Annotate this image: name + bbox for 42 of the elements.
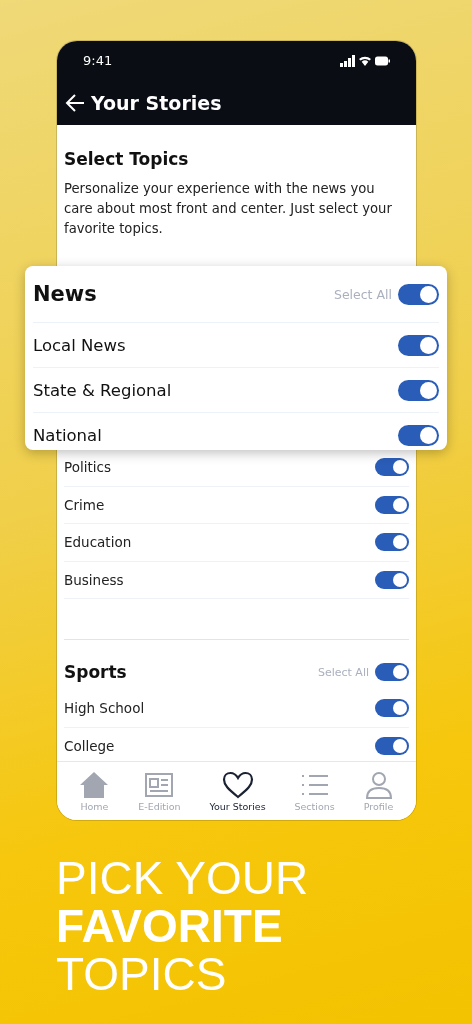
select-all-label: Select All [333, 286, 392, 302]
toggle-switch[interactable] [375, 663, 409, 681]
section-heading: Select Topics [64, 149, 190, 169]
topic-label: College [64, 737, 115, 754]
toggle-switch[interactable] [398, 283, 439, 305]
tab-item[interactable]: Sections [294, 762, 335, 820]
toggle-switch[interactable] [398, 334, 439, 356]
topic-label: Local News [33, 335, 126, 355]
newspaper-icon [144, 770, 175, 799]
person-icon [363, 770, 394, 799]
topic-label: Politics [64, 459, 111, 476]
tab-item[interactable]: E-Edition [138, 762, 181, 820]
toggle-switch[interactable] [375, 570, 409, 589]
toggle-switch[interactable] [375, 736, 409, 755]
topic-label: National [33, 425, 102, 445]
section-heading: News [33, 282, 97, 306]
headline-text: PICK YOUR [56, 854, 309, 902]
topic-label: High School [64, 700, 145, 717]
topic-label: Education [64, 534, 132, 551]
toggle-switch[interactable] [375, 495, 409, 514]
status-icons [340, 54, 390, 67]
tab-item[interactable]: Profile [363, 762, 394, 820]
topic-label: State & Regional [33, 380, 172, 400]
heart-icon [221, 770, 254, 799]
toggle-switch[interactable] [375, 458, 409, 477]
headline-text: TOPICS [56, 950, 228, 998]
select-all-label: Select All [317, 665, 369, 679]
section-heading: Sports [64, 662, 127, 682]
home-icon [79, 770, 110, 799]
intro-text: Personalize your experience with the news you care about most front and center. Just select your favorite topics. [64, 180, 393, 238]
back-arrow-icon[interactable] [65, 93, 85, 112]
toggle-switch[interactable] [375, 699, 409, 718]
tab-item[interactable]: Your Stories [209, 762, 266, 820]
status-time: 9:41 [83, 53, 113, 68]
toggle-switch[interactable] [398, 424, 439, 446]
tab-item[interactable]: Home [79, 762, 110, 820]
headline-text: FAVORITE [56, 902, 284, 950]
toggle-switch[interactable] [375, 533, 409, 552]
toggle-switch[interactable] [398, 379, 439, 401]
topic-label: Business [64, 571, 124, 588]
screen-title: Your Stories [91, 91, 222, 114]
topic-label: Crime [64, 496, 105, 513]
